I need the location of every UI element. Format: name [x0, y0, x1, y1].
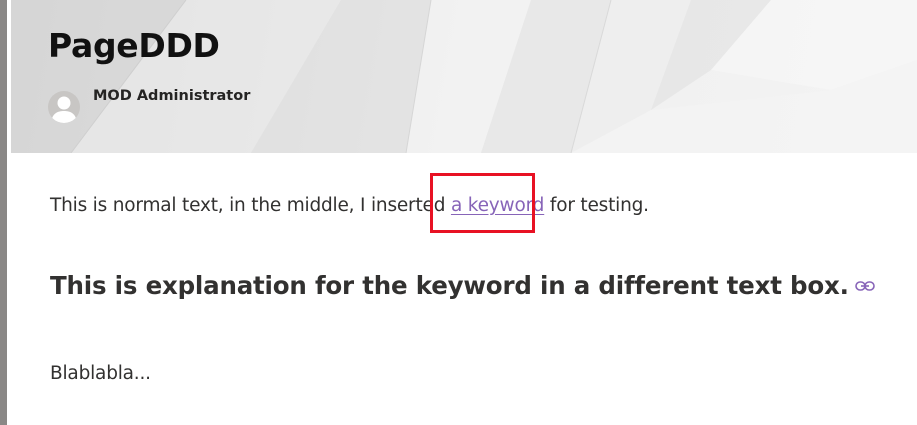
link-icon[interactable] — [854, 269, 875, 298]
page: PageDDD MOD Administrator This is normal… — [0, 0, 917, 425]
left-scroll-edge — [0, 0, 7, 425]
section-heading-text: This is explanation for the keyword in a… — [50, 271, 849, 300]
paragraph-text-after-link: for testing. — [544, 195, 649, 216]
page-header-banner: PageDDD MOD Administrator — [11, 0, 917, 153]
paragraph-text-before-link: This is normal text, in the middle, I in… — [50, 195, 451, 216]
header-background-image — [11, 0, 917, 153]
text-paragraph: This is normal text, in the middle, I in… — [50, 195, 649, 216]
person-avatar-icon[interactable] — [48, 91, 80, 123]
body-text: Blablabla... — [50, 363, 151, 384]
author-name[interactable]: MOD Administrator — [93, 88, 250, 104]
keyword-link[interactable]: a keyword — [451, 195, 544, 216]
page-title: PageDDD — [48, 26, 220, 65]
section-heading: This is explanation for the keyword in a… — [50, 271, 875, 302]
